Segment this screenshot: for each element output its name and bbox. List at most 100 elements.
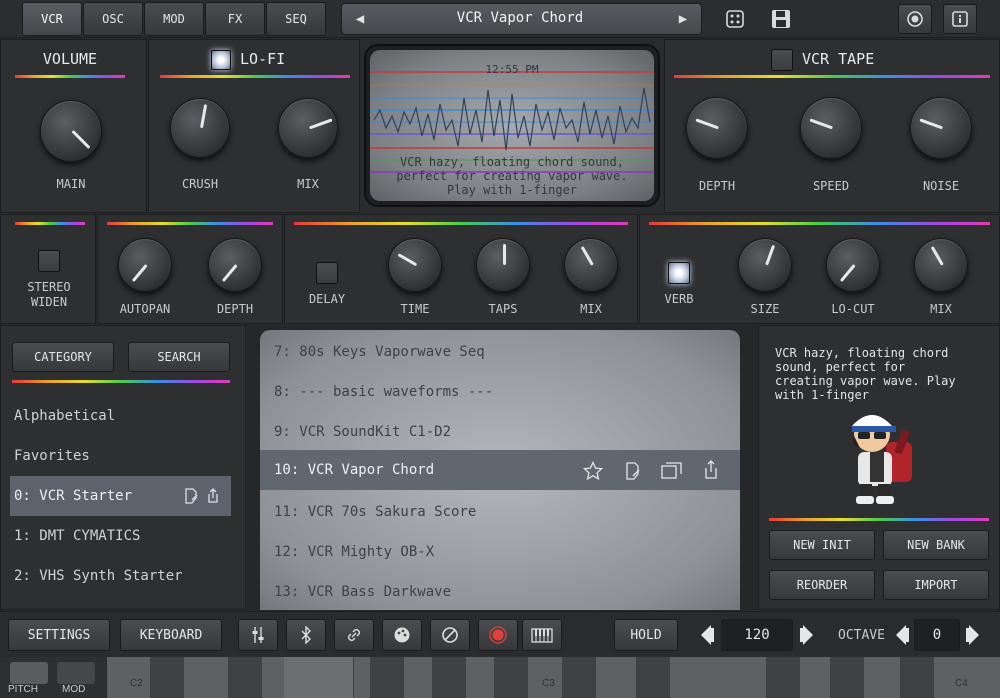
settings-button[interactable]: SETTINGS <box>8 619 110 651</box>
delay-toggle[interactable] <box>316 262 338 284</box>
black-key[interactable] <box>900 657 934 698</box>
vcr-tape-toggle[interactable] <box>771 49 793 71</box>
crush-knob[interactable] <box>170 98 230 158</box>
bank-2[interactable]: 2: VHS Synth Starter <box>14 568 183 584</box>
record-icon[interactable] <box>898 4 932 34</box>
new-init-button[interactable]: NEW INIT <box>769 530 875 560</box>
octave-up-icon[interactable] <box>964 622 982 648</box>
verb-mix-knob[interactable] <box>914 238 968 292</box>
category-button[interactable]: CATEGORY <box>12 342 114 372</box>
black-key[interactable] <box>370 657 404 698</box>
pitch-wheel[interactable] <box>10 662 48 684</box>
search-button[interactable]: SEARCH <box>128 342 230 372</box>
verb-toggle[interactable] <box>668 262 690 284</box>
tape-speed-knob[interactable] <box>800 97 862 159</box>
tab-mod[interactable]: MOD <box>144 2 204 36</box>
tempo-up-icon[interactable] <box>798 622 816 648</box>
record-button-icon[interactable] <box>478 619 518 651</box>
preset-list: 7: 80s Keys Vaporwave Seq 8: --- basic w… <box>260 330 740 610</box>
preset-info-text: VCR hazy, floating chord sound, perfect f… <box>775 346 956 402</box>
delay-mix-knob[interactable] <box>564 238 618 292</box>
key-label-c3: C3 <box>542 678 555 689</box>
tape-depth-knob[interactable] <box>686 97 748 159</box>
stop-icon[interactable] <box>430 619 470 651</box>
white-key-active[interactable] <box>284 657 354 698</box>
black-key[interactable] <box>494 657 528 698</box>
key-label-c2: C2 <box>130 678 143 689</box>
delay-taps-knob[interactable] <box>476 238 530 292</box>
next-preset-icon[interactable]: ▶ <box>673 8 693 30</box>
autopan-knob[interactable] <box>118 238 172 292</box>
alphabetical-item[interactable]: Alphabetical <box>14 408 115 424</box>
octave-down-icon[interactable] <box>893 622 911 648</box>
prev-preset-icon[interactable]: ◀ <box>350 8 370 30</box>
verb-locut-knob[interactable] <box>826 238 880 292</box>
hold-button[interactable]: HOLD <box>614 619 678 651</box>
octave-display[interactable]: 0 <box>914 619 960 651</box>
display-clock: 12:55 PM <box>485 63 539 76</box>
tape-noise-label: NOISE <box>922 179 960 193</box>
bank-0[interactable]: 0: VCR Starter <box>14 488 132 504</box>
black-key[interactable] <box>636 657 670 698</box>
tempo-display[interactable]: 120 <box>721 619 793 651</box>
delay-time-label: TIME <box>400 302 430 316</box>
tape-depth-label: DEPTH <box>698 179 736 193</box>
volume-rainbow <box>15 75 125 78</box>
save-icon[interactable] <box>768 6 794 32</box>
black-key[interactable] <box>150 657 184 698</box>
favorite-star-icon[interactable] <box>582 460 604 482</box>
stereo-rainbow <box>15 222 85 225</box>
preset-name[interactable]: VCR Vapor Chord <box>380 10 660 26</box>
verb-label: VERB <box>664 292 694 306</box>
share-icon[interactable] <box>204 486 222 506</box>
tab-fx[interactable]: FX <box>205 2 265 36</box>
stereo-widen-toggle[interactable] <box>38 250 60 272</box>
delay-taps-label: TAPS <box>488 302 518 316</box>
favorites-item[interactable]: Favorites <box>14 448 90 464</box>
black-key[interactable] <box>562 657 596 698</box>
tab-vcr[interactable]: VCR <box>22 2 82 36</box>
black-key[interactable] <box>766 657 800 698</box>
link-icon[interactable] <box>334 619 374 651</box>
mod-wheel[interactable] <box>57 662 95 684</box>
palette-icon[interactable] <box>382 619 422 651</box>
mixer-icon[interactable] <box>238 619 278 651</box>
tab-osc[interactable]: OSC <box>83 2 143 36</box>
crt-screen: 12:55 PM VCR hazy, floating chord sound,… <box>370 50 654 201</box>
share-preset-icon[interactable] <box>700 458 722 482</box>
display-description: VCR hazy, floating chord sound, perfect f… <box>396 155 628 197</box>
lofi-toggle[interactable] <box>211 50 231 70</box>
autopan-depth-knob[interactable] <box>208 238 262 292</box>
import-button[interactable]: IMPORT <box>883 570 989 600</box>
edit-icon[interactable] <box>182 486 200 506</box>
preset-item-11[interactable]: 11: VCR 70s Sakura Score <box>260 492 740 532</box>
black-key[interactable] <box>432 657 466 698</box>
preset-item-7[interactable]: 7: 80s Keys Vaporwave Seq <box>260 332 740 372</box>
bluetooth-icon[interactable] <box>286 619 326 651</box>
black-key[interactable] <box>830 657 864 698</box>
tab-seq[interactable]: SEQ <box>266 2 326 36</box>
reorder-button[interactable]: REORDER <box>769 570 875 600</box>
preset-item-12[interactable]: 12: VCR Mighty OB-X <box>260 532 740 572</box>
tempo-down-icon[interactable] <box>698 622 716 648</box>
info-icon[interactable] <box>943 4 977 34</box>
info-rainbow <box>769 518 989 521</box>
preset-item-13[interactable]: 13: VCR Bass Darkwave <box>260 572 740 610</box>
delay-mix-label: MIX <box>580 302 602 316</box>
piano-icon[interactable] <box>522 619 562 651</box>
duplicate-icon[interactable] <box>660 460 684 482</box>
tape-noise-knob[interactable] <box>910 97 972 159</box>
preset-item-9[interactable]: 9: VCR SoundKit C1-D2 <box>260 412 740 452</box>
new-bank-button[interactable]: NEW BANK <box>883 530 989 560</box>
verb-size-knob[interactable] <box>738 238 792 292</box>
keyboard-button[interactable]: KEYBOARD <box>120 619 222 651</box>
delay-time-knob[interactable] <box>388 238 442 292</box>
edit-preset-icon[interactable] <box>622 460 644 482</box>
preset-item-8[interactable]: 8: --- basic waveforms --- <box>260 372 740 412</box>
dice-icon[interactable] <box>722 6 748 32</box>
black-key[interactable] <box>228 657 262 698</box>
bank-1[interactable]: 1: DMT CYMATICS <box>14 528 140 544</box>
autopan-rainbow <box>107 222 273 225</box>
main-volume-knob[interactable] <box>40 100 102 162</box>
lofi-mix-knob[interactable] <box>278 98 338 158</box>
